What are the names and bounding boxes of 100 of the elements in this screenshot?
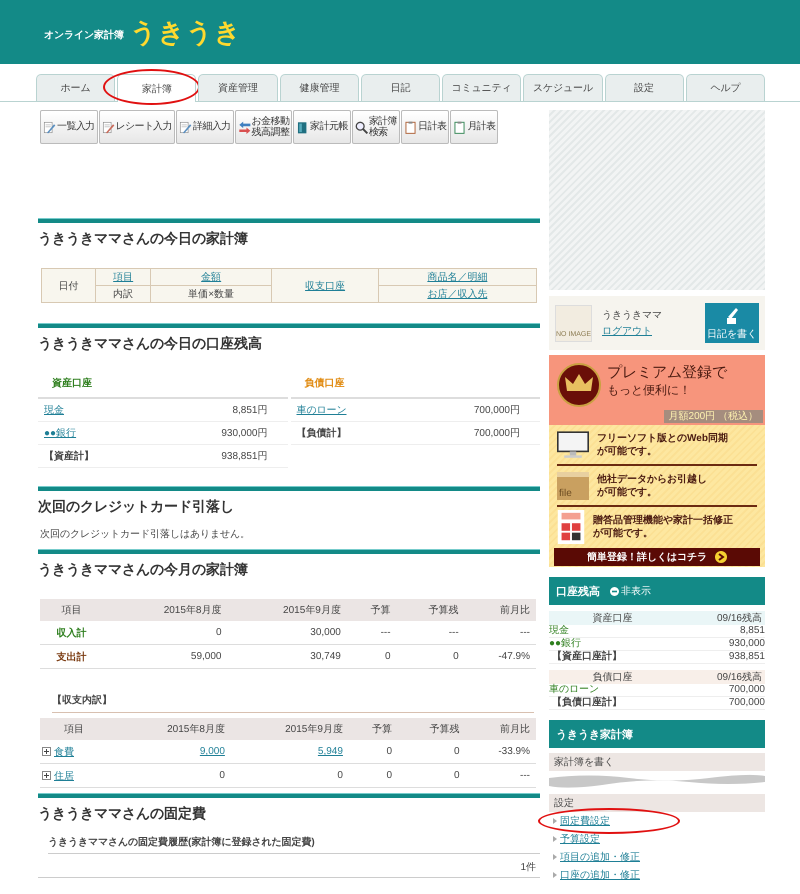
amount: 930,000円 xyxy=(221,427,268,440)
subsection-label: 【収支内訳】 xyxy=(52,693,534,713)
menu-group-heading: 家計簿を書く xyxy=(549,753,765,771)
menu-link[interactable]: 予算設定 xyxy=(560,834,600,845)
widget-title: うきうき家計簿 xyxy=(556,728,633,742)
expand-icon[interactable] xyxy=(42,771,51,780)
record-count: 1件 xyxy=(519,861,536,874)
book-icon xyxy=(296,120,310,134)
amount: 938,851円 xyxy=(221,450,268,463)
column-header: 09/16残高 xyxy=(676,670,765,684)
amount: 700,000 xyxy=(676,684,765,696)
category-link[interactable]: 住居 xyxy=(54,770,74,782)
toolbar-button[interactable]: 家計簿 検索 xyxy=(352,110,400,144)
table-cell: --- xyxy=(396,621,465,644)
column-header: 2015年9月度 xyxy=(230,718,349,740)
nav-tab[interactable]: 家計簿 xyxy=(117,74,196,102)
nav-tab[interactable]: 日記 xyxy=(360,74,440,101)
menu-link[interactable]: 項目の追加・修正 xyxy=(560,852,640,863)
premium-title: プレミアム登録で xyxy=(607,363,727,382)
header-link[interactable]: 金額 xyxy=(201,272,222,283)
table-cell: 0 xyxy=(386,770,392,781)
register-button[interactable]: 簡単登録！詳しくはコチラ xyxy=(554,548,760,566)
arrows-icon xyxy=(238,120,251,134)
pencil-icon xyxy=(179,120,192,134)
toolbar-button[interactable]: レシート入力 xyxy=(98,110,176,144)
minus-icon xyxy=(610,586,619,596)
nav-tab[interactable]: コミュニティ xyxy=(442,74,522,101)
total-label: 【負債口座計】 xyxy=(549,696,676,710)
hide-toggle[interactable]: 非表示 xyxy=(610,584,651,598)
table-cell: 0 xyxy=(454,746,460,757)
diary-button[interactable]: 日記を書く xyxy=(705,303,759,343)
total-label: 【資産口座計】 xyxy=(549,650,676,664)
column-header: 予算残 xyxy=(398,718,466,740)
nav-tab[interactable]: 健康管理 xyxy=(280,74,359,101)
group-heading: 負債口座 xyxy=(290,369,540,399)
nav-tab[interactable]: ヘルプ xyxy=(686,74,765,101)
tagline: オンライン家計簿 xyxy=(44,28,124,42)
table-cell: --- xyxy=(464,621,536,644)
account-link[interactable]: ●●銀行 xyxy=(44,426,76,440)
nav-tab[interactable]: ホーム xyxy=(36,74,116,101)
expand-icon[interactable] xyxy=(42,747,51,756)
amount-link[interactable]: 9,000 xyxy=(200,746,225,757)
table-cell: 30,749 xyxy=(228,644,347,668)
amount-link[interactable]: 5,949 xyxy=(318,746,343,757)
category-link[interactable]: 食費 xyxy=(54,746,74,758)
table-cell: -33.9% xyxy=(498,746,530,757)
monitor-icon xyxy=(557,430,589,458)
toolbar-button[interactable]: 月計表 xyxy=(450,110,498,144)
menu-link[interactable]: 固定費設定 xyxy=(560,816,610,827)
table-cell: -47.9% xyxy=(464,644,536,668)
account-link[interactable]: 車のローン xyxy=(296,403,346,417)
nav-tab[interactable]: 資産管理 xyxy=(198,74,278,101)
menu-group-heading: 設定 xyxy=(549,794,765,812)
nav-tab[interactable]: スケジュール xyxy=(523,74,603,101)
account-name: 車のローン xyxy=(549,684,676,696)
toolbar-button[interactable]: 詳細入力 xyxy=(176,110,234,144)
feature-text: 他社データからお引越し が可能です。 xyxy=(597,472,707,498)
nav-tab[interactable]: 設定 xyxy=(604,74,684,101)
header-label: 日付 xyxy=(58,280,79,292)
pencil-icon xyxy=(43,120,56,134)
search-icon xyxy=(354,120,368,134)
section-title: うきうきママさんの固定費 xyxy=(38,805,207,823)
group-heading: 資産口座 xyxy=(38,369,288,399)
calculator-icon xyxy=(557,510,585,544)
message: 次回のクレジットカード引落しはありません。 xyxy=(40,528,251,541)
column-header: 予算 xyxy=(348,718,398,740)
toolbar-button[interactable]: 家計元帳 xyxy=(293,110,351,144)
table-cell: 59,000 xyxy=(108,644,228,668)
column-header: 2015年8月度 xyxy=(108,599,228,621)
triangle-icon xyxy=(553,836,557,842)
column-header: 2015年8月度 xyxy=(112,718,231,740)
table-cell: 30,000 xyxy=(228,621,347,644)
total-label: 【資産計】 xyxy=(44,449,94,463)
crown-icon xyxy=(557,363,601,407)
amount: 700,000 xyxy=(676,696,765,710)
column-header: 前月比 xyxy=(464,599,536,621)
column-header: 09/16残高 xyxy=(676,611,765,625)
user-name: うきうきママ xyxy=(602,309,663,322)
toolbar-button[interactable]: 一覧入力 xyxy=(40,110,98,144)
triangle-icon xyxy=(553,854,557,860)
header-link[interactable]: 収支口座 xyxy=(305,280,346,292)
amount: 930,000 xyxy=(676,638,765,650)
section-title: 次回のクレジットカード引落し xyxy=(38,498,235,516)
column-header: 項目 xyxy=(40,599,108,621)
amount: 700,000円 xyxy=(474,404,520,417)
column-header: 負債口座 xyxy=(549,670,676,684)
column-header: 前月比 xyxy=(466,718,536,740)
toolbar-button[interactable]: 日計表 xyxy=(401,110,450,144)
logo[interactable]: うきうき xyxy=(130,14,242,50)
account-link[interactable]: 現金 xyxy=(44,403,64,417)
table-cell: 0 xyxy=(386,746,392,757)
total-label: 【負債計】 xyxy=(296,426,346,440)
premium-subtitle: もっと便利に！ xyxy=(607,382,692,399)
price-tag: 月額200円 （税込） xyxy=(664,410,763,423)
logout-link[interactable]: ログアウト xyxy=(602,324,695,338)
premium-banner[interactable]: プレミアム登録で もっと便利に！ 月額200円 （税込） フリーソフト版とのWeb同期 が可能です。 file 他社データからお引越し が可能です。 贈答品管理機能や家計一括修正 が可能です。 簡単登録！詳しくはコチラ xyxy=(549,355,765,567)
toolbar-button[interactable]: お金移動 残高調整 xyxy=(234,110,292,144)
feature-text: フリーソフト版とのWeb同期 が可能です。 xyxy=(597,432,728,458)
menu-link[interactable]: 口座の追加・修正 xyxy=(560,870,640,881)
pen-icon xyxy=(724,307,740,325)
